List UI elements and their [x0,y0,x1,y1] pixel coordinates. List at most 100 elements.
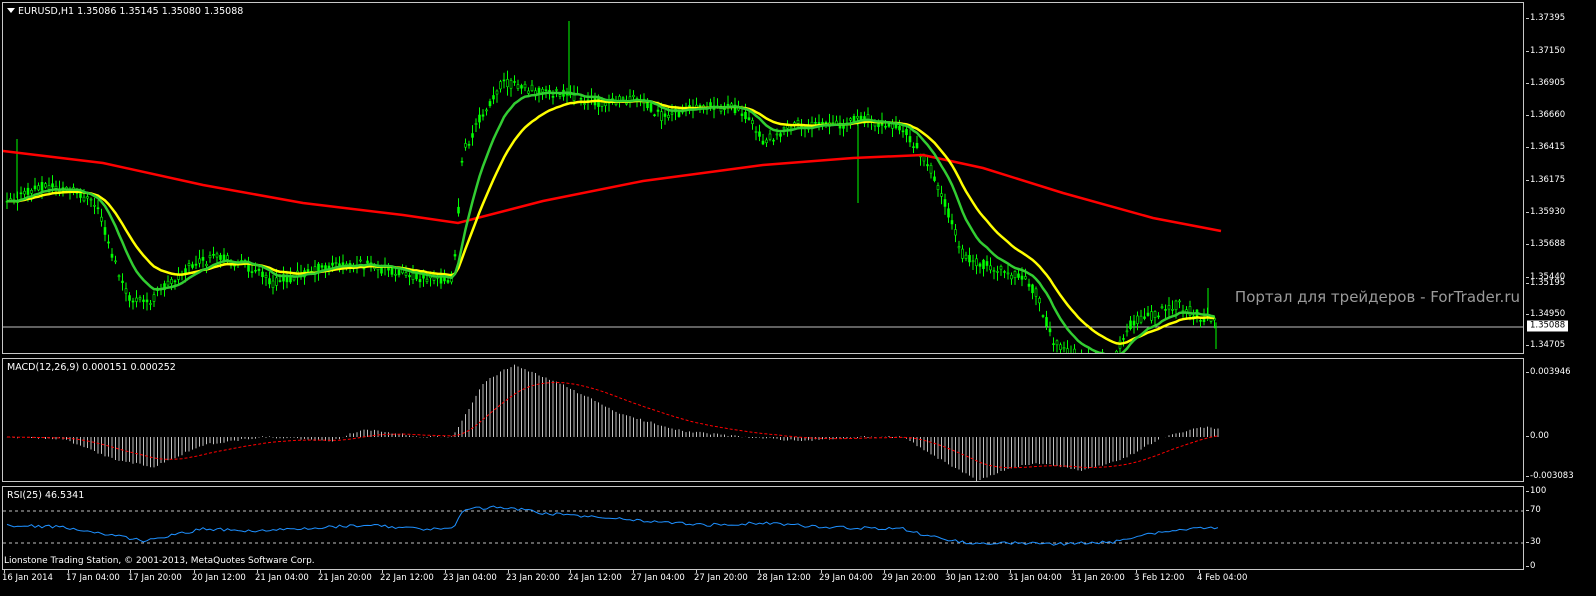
candle-body [86,196,89,199]
axis-tick [1526,345,1529,346]
candle-body [1125,330,1129,333]
candle-body [212,253,215,256]
candle-body [320,265,324,268]
axis-label: 1.34950 [1530,309,1566,319]
candle-body [856,116,859,119]
candle-body [1178,300,1181,303]
candle-body [1062,347,1066,350]
candle-body [670,112,674,115]
candle-body [37,185,40,191]
time-label: 27 Jan 04:00 [631,573,685,583]
candle-body [124,288,128,294]
candle-body [390,267,394,275]
candle-body [926,164,929,167]
time-label: 22 Jan 12:00 [380,573,434,583]
axis-tick [1526,244,1529,245]
candle-body [492,95,495,100]
candle-body [205,263,208,267]
macd-pane[interactable]: MACD(12,26,9) 0.000151 0.000252 [2,358,1524,482]
candle-body [789,126,793,129]
candle-body [667,115,670,118]
candle-body [1174,300,1178,311]
candle-body [397,269,401,276]
candle-body [877,122,880,128]
candle-body [366,260,369,264]
candle-body [194,263,198,266]
candle-body [663,113,667,117]
axis-tick [1526,83,1529,84]
macd-chart[interactable] [3,359,1523,481]
candle-body [530,84,534,92]
time-label: 3 Feb 12:00 [1134,573,1185,583]
candle-body [1167,305,1171,310]
axis-tick [1526,436,1529,437]
candle-body [478,114,481,123]
candle-body [128,295,131,301]
axis-tick [1526,115,1529,116]
candle-body [831,122,835,124]
axis-label: 0 [1530,561,1536,571]
candle-body [418,279,422,283]
candle-body [485,109,488,112]
candle-body [254,269,257,272]
candle-body [30,190,33,194]
candle-body [219,255,222,260]
dropdown-arrow-icon[interactable] [7,8,15,13]
candle-body [208,255,212,259]
candle-body [1160,306,1164,309]
candle-body [1164,309,1167,311]
ma-fast-line [6,91,1215,353]
candle-body [726,103,730,106]
candle-body [782,127,786,130]
candle-body [604,102,607,106]
candle-body [334,262,338,264]
candle-body [775,133,779,136]
time-label: 21 Jan 04:00 [255,573,309,583]
candle-body [96,207,100,210]
candle-body [597,97,600,107]
ma-mid-line [6,99,1215,345]
candle-body [1129,320,1132,330]
candle-body [166,280,170,286]
candle-body [261,271,264,278]
candle-body [866,114,870,120]
symbol-title-text: EURUSD,H1 1.35086 1.35145 1.35080 1.3508… [18,6,244,17]
candle-body [656,109,660,112]
candle-body [982,259,985,270]
candle-body [516,84,520,89]
candle-body [954,229,957,236]
macd-axis[interactable]: 0.003946 0.00 -0.003083 [1526,358,1596,482]
axis-label: 0.003946 [1530,367,1571,377]
candle-body [446,280,450,283]
candle-body [1146,312,1150,316]
candle-body [198,258,201,264]
candle-body [47,185,51,190]
candle-body [765,139,768,144]
candle-body [768,133,772,140]
candle-body [964,254,968,259]
candle-body [975,258,978,267]
time-axis[interactable]: 16 Jan 2014 17 Jan 04:00 17 Jan 20:00 20 Ja… [0,570,1524,596]
candle-body [26,187,30,195]
candle-body [649,103,653,112]
rsi-axis[interactable]: 100 70 30 0 [1526,486,1596,571]
ma-slow-line [3,149,1222,233]
candle-body [1199,320,1202,322]
candle-body [758,131,761,137]
price-axis[interactable]: 1.37395 1.37150 1.36905 1.36660 1.36415 1.361… [1526,2,1596,354]
candle-body [257,268,261,271]
candle-body [471,133,474,138]
candle-body [943,199,947,207]
candle-body [527,90,530,94]
candle-body [467,144,471,146]
candle-body [481,114,485,117]
candle-body [936,185,940,190]
axis-tick [1526,566,1529,567]
candle-body [520,85,523,89]
candle-body [961,248,964,259]
candle-body [1052,343,1055,345]
candle-body [579,97,583,100]
time-label: 23 Jan 20:00 [506,573,560,583]
candle-body [1027,283,1031,287]
axis-tick [1526,212,1529,213]
